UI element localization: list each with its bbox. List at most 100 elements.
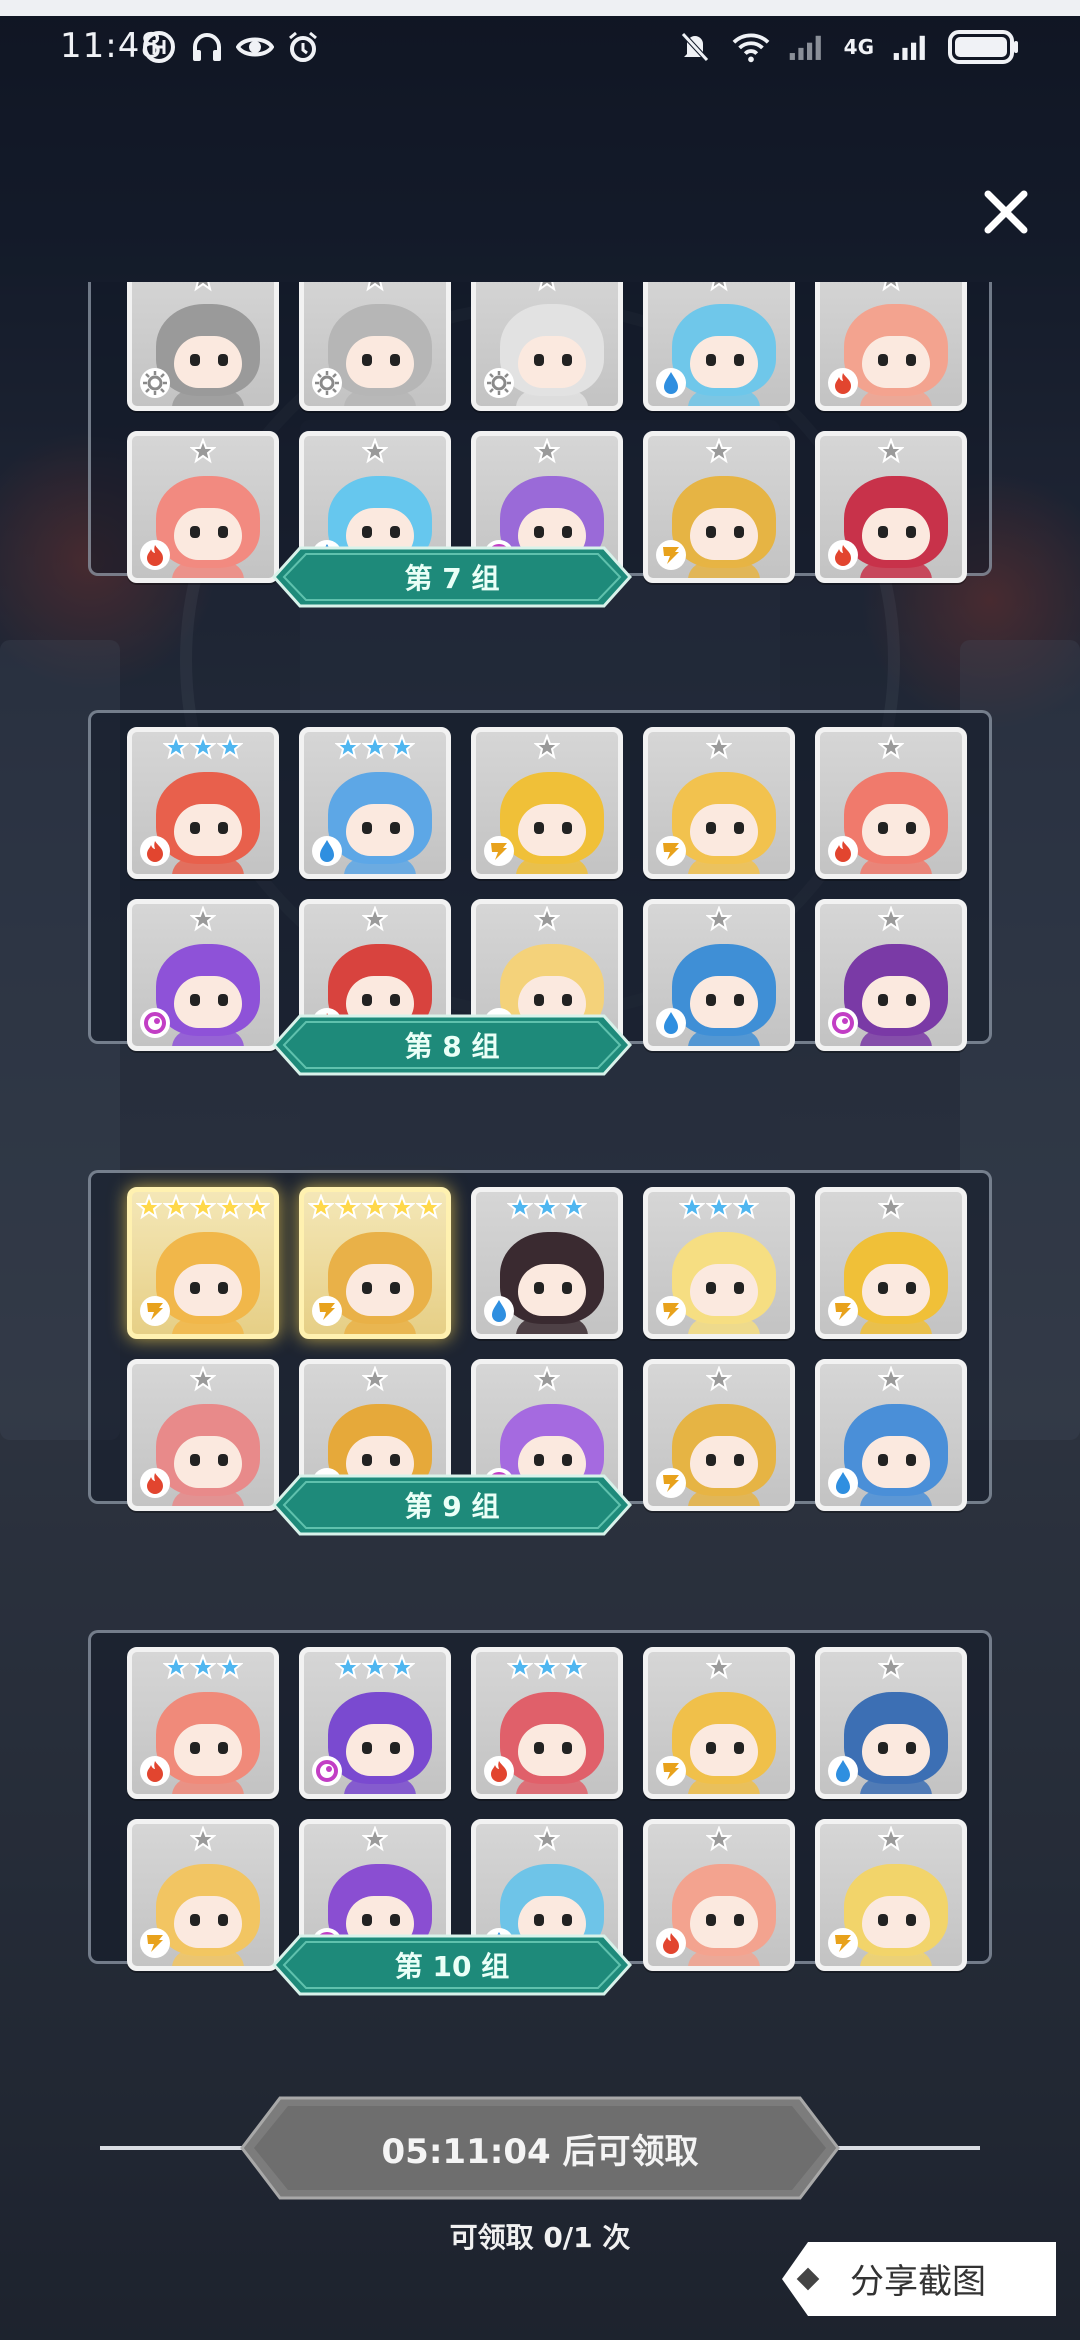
star-icon (878, 1654, 904, 1680)
battery-icon (948, 28, 1020, 66)
water-element-icon (656, 368, 686, 398)
hero-card[interactable] (471, 1187, 623, 1339)
hero-card[interactable] (815, 727, 967, 879)
hero-card[interactable] (127, 282, 279, 411)
water-element-icon (484, 1296, 514, 1326)
hero-card[interactable] (643, 1647, 795, 1799)
star-icon (163, 1654, 189, 1680)
hero-card[interactable] (471, 1647, 623, 1799)
star-rating (304, 734, 446, 760)
star-rating (476, 438, 618, 464)
hero-card[interactable] (127, 1647, 279, 1799)
lightning-element-icon (656, 1756, 686, 1786)
group-label-text: 第 9 组 (404, 1490, 500, 1523)
star-rating (304, 438, 446, 464)
star-rating (304, 1654, 446, 1680)
hero-card[interactable] (471, 282, 623, 411)
hero-card[interactable] (127, 1187, 279, 1339)
hero-card[interactable] (299, 1187, 451, 1339)
star-icon (389, 1194, 415, 1220)
hero-card[interactable] (815, 899, 967, 1051)
network-type: 4G (843, 35, 874, 59)
hero-card[interactable] (299, 727, 451, 879)
star-rating (648, 1366, 790, 1392)
eye-icon (236, 28, 274, 66)
star-rating (304, 906, 446, 932)
lightning-element-icon (140, 1928, 170, 1958)
water-element-icon (312, 836, 342, 866)
star-rating (132, 1654, 274, 1680)
hero-card[interactable] (815, 282, 967, 411)
hero-card[interactable] (643, 1187, 795, 1339)
hero-card[interactable] (471, 727, 623, 879)
star-icon (362, 1826, 388, 1852)
hero-card[interactable] (815, 431, 967, 583)
group-box (88, 282, 992, 583)
star-rating (820, 906, 962, 932)
group-label: 第 9 组 (272, 1474, 632, 1536)
hero-card[interactable] (643, 899, 795, 1051)
star-rating (132, 1366, 274, 1392)
star-icon (706, 1654, 732, 1680)
star-icon (244, 1194, 270, 1220)
hero-card[interactable] (643, 1819, 795, 1971)
star-icon (335, 734, 361, 760)
wifi-icon (732, 28, 770, 66)
water-element-icon (828, 1756, 858, 1786)
hero-card[interactable] (815, 1819, 967, 1971)
lightning-element-icon (656, 540, 686, 570)
group-list[interactable]: 第 7 组第 8 组第 9 组第 10 组 (0, 282, 1080, 2027)
hero-card[interactable] (127, 1359, 279, 1511)
star-icon (706, 1366, 732, 1392)
fire-element-icon (484, 1756, 514, 1786)
hero-card[interactable] (643, 727, 795, 879)
star-icon (534, 906, 560, 932)
share-label: 分享截图 (850, 2262, 986, 2302)
star-icon (217, 734, 243, 760)
water-element-icon (656, 1008, 686, 1038)
hero-card[interactable] (643, 431, 795, 583)
hero-card[interactable] (815, 1359, 967, 1511)
hero-card[interactable] (127, 1819, 279, 1971)
star-icon (362, 1194, 388, 1220)
hero-card[interactable] (127, 431, 279, 583)
group-label: 第 8 组 (272, 1014, 632, 1076)
close-icon (984, 190, 1028, 234)
claim-timer: 05:11:04 后可领取 (100, 2096, 980, 2200)
hero-card[interactable] (815, 1187, 967, 1339)
star-icon (561, 1654, 587, 1680)
hero-card[interactable] (127, 899, 279, 1051)
star-rating (820, 282, 962, 292)
star-icon (362, 1654, 388, 1680)
group-box (88, 1630, 992, 1971)
hero-card[interactable] (127, 727, 279, 879)
hero-card[interactable] (299, 1647, 451, 1799)
share-screenshot-button[interactable]: 分享截图 (780, 2240, 1056, 2318)
star-rating (304, 282, 446, 292)
hero-card[interactable] (643, 1359, 795, 1511)
star-icon (335, 1194, 361, 1220)
mute-icon (676, 28, 714, 66)
star-icon (217, 1654, 243, 1680)
star-icon (534, 1194, 560, 1220)
hero-card[interactable] (643, 282, 795, 411)
water-element-icon (828, 1468, 858, 1498)
star-rating (648, 282, 790, 292)
close-button[interactable] (980, 186, 1032, 238)
star-icon (706, 1194, 732, 1220)
hero-card[interactable] (815, 1647, 967, 1799)
star-icon (878, 906, 904, 932)
star-icon (507, 1194, 533, 1220)
card-row (127, 282, 967, 411)
star-icon (706, 906, 732, 932)
star-icon (362, 906, 388, 932)
star-rating (132, 1826, 274, 1852)
star-icon (710, 282, 728, 292)
star-rating (476, 1654, 618, 1680)
hero-card[interactable] (299, 282, 451, 411)
fire-element-icon (140, 540, 170, 570)
star-icon (190, 438, 216, 464)
star-rating (820, 438, 962, 464)
claim-button[interactable]: 05:11:04 后可领取 (240, 2096, 840, 2200)
star-rating (820, 1194, 962, 1220)
